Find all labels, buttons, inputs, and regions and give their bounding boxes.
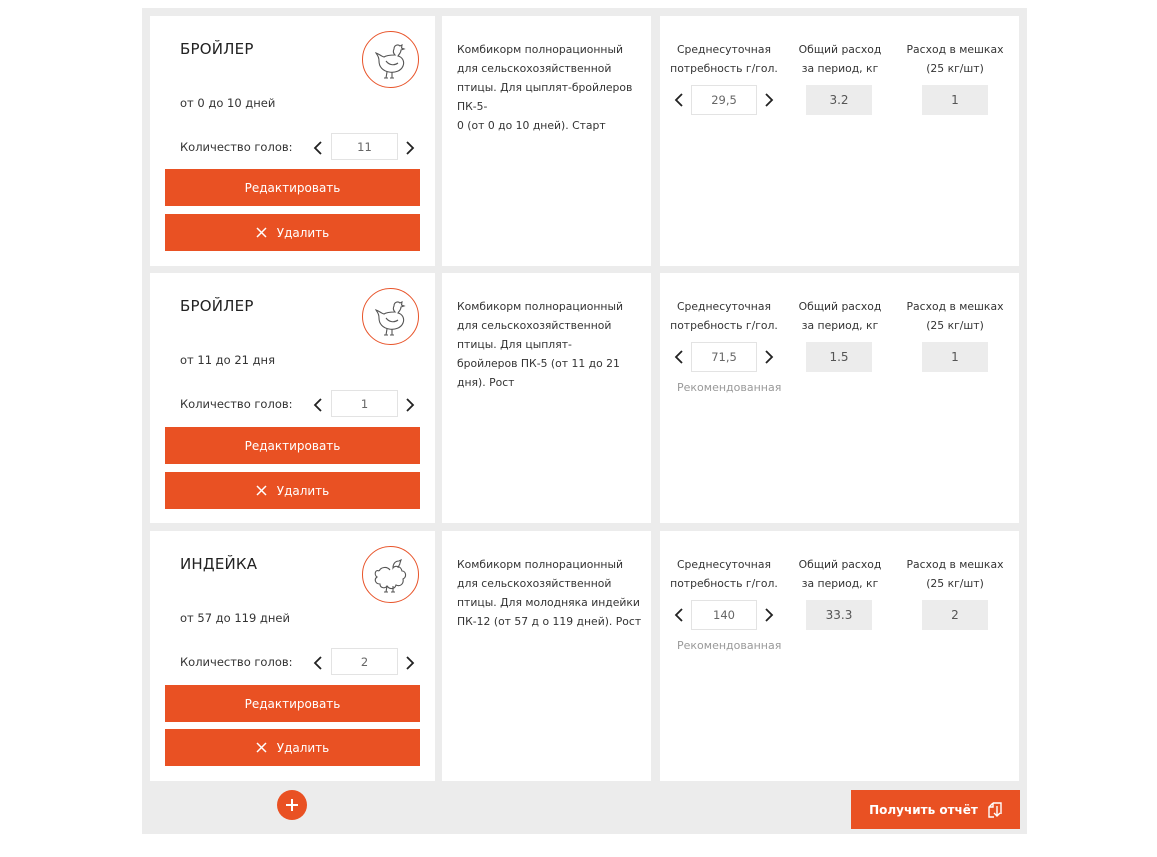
consumption-card: Среднесуточная потребность г/гол. Общий … (660, 531, 1019, 781)
heads-decrement[interactable] (311, 397, 325, 413)
daily-decrement[interactable] (672, 92, 686, 108)
description-card: Комбикорм полнорационный для сельскохозя… (442, 531, 651, 781)
daily-need-header: Среднесуточная потребность г/гол. (670, 558, 778, 590)
delete-label: Удалить (276, 740, 330, 755)
description-card: Комбикорм полнорационный для сельскохозя… (442, 273, 651, 523)
heads-increment[interactable] (403, 655, 417, 671)
bird-title: ИНДЕЙКА (180, 555, 258, 573)
age-range: от 11 до 21 дня (180, 353, 275, 367)
feed-row: БРОЙЛЕР от 0 до 10 дней Количество голов… (150, 16, 1019, 266)
feed-description: Комбикорм полнорационный для сельскохозя… (457, 300, 623, 389)
heads-increment[interactable] (403, 397, 417, 413)
daily-need-input[interactable]: 71,5 (691, 342, 757, 372)
total-consumption-header: Общий расход за период, кг (798, 300, 882, 332)
recommended-label: Рекомендованная (677, 381, 782, 394)
heads-label: Количество голов: (180, 397, 293, 411)
daily-decrement[interactable] (672, 607, 686, 623)
add-row-button[interactable] (277, 790, 307, 820)
heads-increment[interactable] (403, 140, 417, 156)
chevron-right-icon (406, 398, 415, 412)
total-consumption-value: 1.5 (806, 342, 872, 372)
chevron-left-icon (313, 656, 322, 670)
close-icon (256, 742, 267, 753)
total-consumption-header: Общий расход за период, кг (798, 558, 882, 590)
chevron-left-icon (313, 398, 322, 412)
total-consumption-value: 33.3 (806, 600, 872, 630)
heads-decrement[interactable] (311, 655, 325, 671)
total-consumption-header: Общий расход за период, кг (798, 43, 882, 75)
age-range: от 0 до 10 дней (180, 96, 276, 110)
feed-description: Комбикорм полнорационный для сельскохозя… (457, 43, 633, 132)
daily-need-header: Среднесуточная потребность г/гол. (670, 300, 778, 332)
chevron-right-icon (765, 608, 774, 622)
bird-card: ИНДЕЙКА от 57 до 119 дней Количество гол… (150, 531, 435, 781)
get-report-label: Получить отчёт (869, 802, 978, 817)
daily-increment[interactable] (762, 349, 776, 365)
bird-card: БРОЙЛЕР от 11 до 21 дня Количество голов… (150, 273, 435, 523)
daily-need-input[interactable]: 29,5 (691, 85, 757, 115)
bags-header: Расход в мешках (25 кг/шт) (906, 300, 1004, 332)
close-icon (256, 227, 267, 238)
heads-label: Количество голов: (180, 140, 293, 154)
feed-description: Комбикорм полнорационный для сельскохозя… (457, 558, 642, 628)
edit-button[interactable]: Редактировать (165, 427, 420, 464)
chevron-left-icon (313, 141, 322, 155)
daily-need-header: Среднесуточная потребность г/гол. (670, 43, 778, 75)
recommended-label: Рекомендованная (677, 639, 782, 652)
heads-decrement[interactable] (311, 140, 325, 156)
get-report-button[interactable]: Получить отчёт (851, 790, 1020, 829)
description-card: Комбикорм полнорационный для сельскохозя… (442, 16, 651, 266)
chevron-left-icon (674, 608, 683, 622)
feed-row: ИНДЕЙКА от 57 до 119 дней Количество гол… (150, 531, 1019, 781)
edit-button[interactable]: Редактировать (165, 685, 420, 722)
daily-decrement[interactable] (672, 349, 686, 365)
chevron-right-icon (765, 93, 774, 107)
bags-header: Расход в мешках (25 кг/шт) (906, 558, 1004, 590)
chicken-icon (362, 31, 419, 88)
download-document-icon (988, 801, 1002, 818)
heads-input[interactable]: 1 (331, 390, 398, 417)
delete-button[interactable]: Удалить (165, 472, 420, 509)
heads-input[interactable]: 2 (331, 648, 398, 675)
bird-title: БРОЙЛЕР (180, 297, 254, 315)
plus-icon (286, 799, 298, 811)
daily-increment[interactable] (762, 92, 776, 108)
close-icon (256, 485, 267, 496)
consumption-card: Среднесуточная потребность г/гол. Общий … (660, 273, 1019, 523)
bags-value: 1 (922, 342, 988, 372)
calculator-panel: БРОЙЛЕР от 0 до 10 дней Количество голов… (142, 8, 1027, 834)
heads-input[interactable]: 11 (331, 133, 398, 160)
consumption-card: Среднесуточная потребность г/гол. Общий … (660, 16, 1019, 266)
bird-title: БРОЙЛЕР (180, 40, 254, 58)
chevron-right-icon (406, 656, 415, 670)
feed-row: БРОЙЛЕР от 11 до 21 дня Количество голов… (150, 273, 1019, 523)
delete-label: Удалить (276, 225, 330, 240)
bags-value: 1 (922, 85, 988, 115)
chevron-left-icon (674, 93, 683, 107)
delete-button[interactable]: Удалить (165, 214, 420, 251)
age-range: от 57 до 119 дней (180, 611, 290, 625)
daily-increment[interactable] (762, 607, 776, 623)
chevron-right-icon (406, 141, 415, 155)
total-consumption-value: 3.2 (806, 85, 872, 115)
chevron-left-icon (674, 350, 683, 364)
chevron-right-icon (765, 350, 774, 364)
chicken-icon (362, 288, 419, 345)
heads-label: Количество голов: (180, 655, 293, 669)
delete-label: Удалить (276, 483, 330, 498)
bird-card: БРОЙЛЕР от 0 до 10 дней Количество голов… (150, 16, 435, 266)
turkey-icon (362, 546, 419, 603)
bags-value: 2 (922, 600, 988, 630)
delete-button[interactable]: Удалить (165, 729, 420, 766)
edit-button[interactable]: Редактировать (165, 169, 420, 206)
bags-header: Расход в мешках (25 кг/шт) (906, 43, 1004, 75)
daily-need-input[interactable]: 140 (691, 600, 757, 630)
